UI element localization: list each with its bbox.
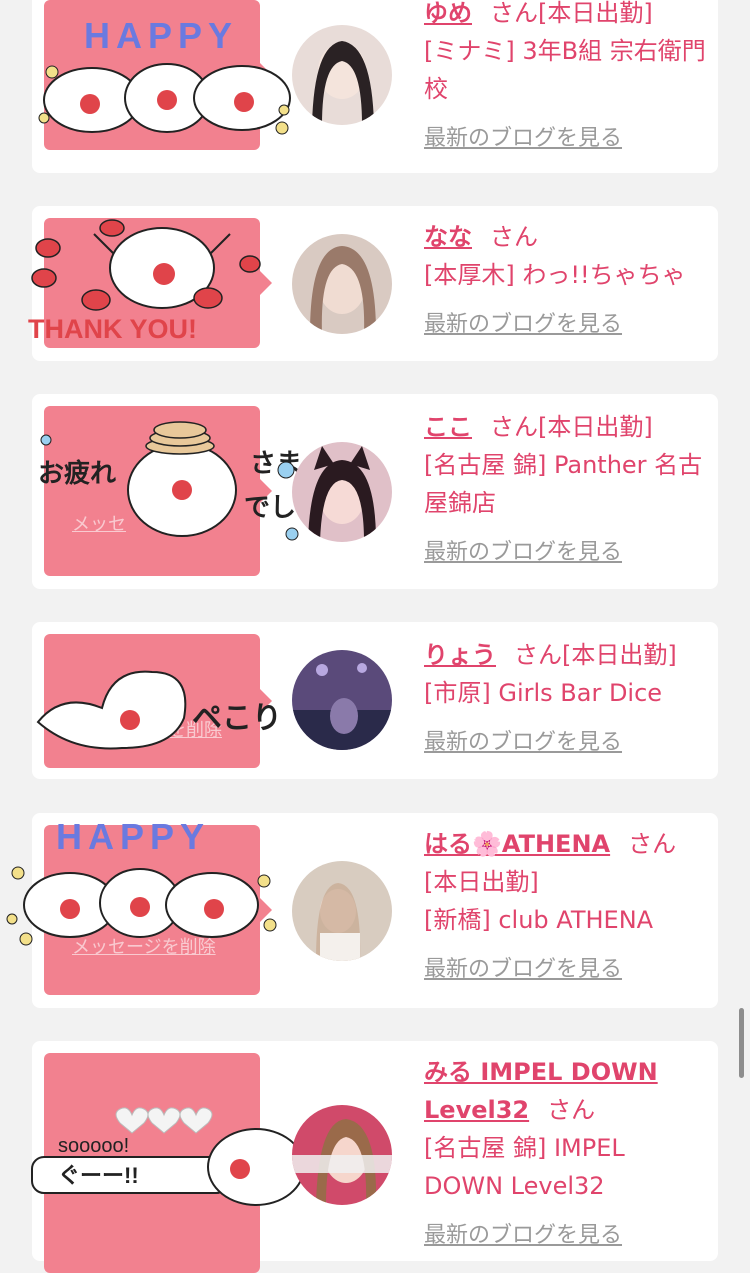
- cast-name-link[interactable]: ゆめ: [424, 0, 472, 27]
- san-label: さん: [628, 830, 677, 858]
- otsukare-cloud-sticker: お疲れ さま でした: [38, 421, 322, 541]
- message-card: sooooo! ぐーー!! みる IMPEL DOWN Level32 さん [名…: [31, 1041, 718, 1273]
- avatar[interactable]: [292, 25, 392, 125]
- cast-name-link[interactable]: なな: [424, 223, 472, 251]
- svg-text:ぐーー!!: ぐーー!!: [58, 1163, 139, 1188]
- latest-blog-link[interactable]: 最新のブログを見る: [424, 306, 709, 344]
- message-card: を削除 ペこり りょう さん[本日出勤] [市原] Girls Bar Dice …: [32, 622, 718, 779]
- latest-blog-link[interactable]: 最新のブログを見る: [424, 534, 709, 572]
- status-label: [本日出勤]: [424, 868, 539, 896]
- svg-text:sooooo!: sooooo!: [58, 1135, 129, 1157]
- cast-info: ゆめ さん[本日出勤] [ミナミ] 3年B組 宗右衛門校 最新のブログを見る: [424, 0, 709, 158]
- cast-info: はる🌸ATHENA さん [本日出勤] [新橋] club ATHENA 最新のブ…: [424, 825, 709, 989]
- san-label: さん: [490, 413, 538, 441]
- shop-label: [本厚木] わっ!!ちゃちゃ: [424, 261, 686, 289]
- status-label: [本日出勤]: [538, 0, 653, 27]
- cast-name-link[interactable]: ここ: [424, 413, 472, 441]
- message-card: THANK YOU! なな さん [本厚木] わっ!!ちゃちゃ 最新のブログを見る: [28, 206, 718, 361]
- scrollbar[interactable]: [739, 1008, 744, 1078]
- svg-text:ペこり: ペこり: [192, 702, 282, 735]
- message-card: メッセージを削除 HAPPY はる🌸ATHENA さん [本日出勤] [新橋] c…: [6, 813, 718, 1008]
- san-label: さん: [514, 641, 562, 669]
- message-card: メッセ お疲れ さま でした ここ さん[本日出勤] [名古屋 錦] Panthe…: [32, 394, 718, 589]
- avatar[interactable]: [292, 234, 392, 334]
- cast-info: ここ さん[本日出勤] [名古屋 錦] Panther 名古屋錦店 最新のブログを…: [424, 408, 709, 572]
- status-label: [本日出勤]: [562, 641, 677, 669]
- bow-cloud-sticker: ペこり: [36, 670, 282, 750]
- good-cloud-sticker: sooooo! ぐーー!!: [31, 1107, 305, 1206]
- svg-text:HAPPY: HAPPY: [84, 15, 238, 56]
- latest-blog-link[interactable]: 最新のブログを見る: [424, 120, 709, 158]
- avatar[interactable]: [292, 861, 392, 961]
- shop-label: [名古屋 錦] IMPEL DOWN Level32: [424, 1134, 625, 1200]
- happy-clouds-sticker: HAPPY: [6, 816, 277, 946]
- message-card: HAPPY ゆめ さん[本日出勤] [ミナミ] 3年B組 宗右衛門校 最新のブログ…: [32, 0, 718, 173]
- happy-clouds-sticker: HAPPY: [38, 15, 291, 135]
- cast-info: みる IMPEL DOWN Level32 さん [名古屋 錦] IMPEL DO…: [424, 1053, 709, 1255]
- avatar[interactable]: [292, 1105, 392, 1205]
- thank-you-cloud-sticker: THANK YOU!: [28, 219, 261, 344]
- cast-name-link[interactable]: みる IMPEL DOWN Level32: [424, 1058, 658, 1124]
- cast-name-link[interactable]: りょう: [424, 641, 496, 669]
- svg-text:THANK YOU!: THANK YOU!: [28, 314, 197, 344]
- cast-name-link[interactable]: はる🌸ATHENA: [424, 830, 610, 858]
- shop-label: [新橋] club ATHENA: [424, 906, 654, 934]
- cast-info: りょう さん[本日出勤] [市原] Girls Bar Dice 最新のブログを見…: [424, 636, 709, 762]
- san-label: さん: [490, 223, 538, 251]
- avatar[interactable]: [292, 650, 392, 750]
- san-label: さん: [490, 0, 538, 27]
- latest-blog-link[interactable]: 最新のブログを見る: [424, 951, 709, 989]
- latest-blog-link[interactable]: 最新のブログを見る: [424, 724, 709, 762]
- san-label: さん: [547, 1096, 596, 1124]
- shop-label: [名古屋 錦] Panther 名古屋錦店: [424, 451, 703, 517]
- latest-blog-link[interactable]: 最新のブログを見る: [424, 1217, 709, 1255]
- shop-label: [ミナミ] 3年B組 宗右衛門校: [424, 37, 706, 103]
- cast-info: なな さん [本厚木] わっ!!ちゃちゃ 最新のブログを見る: [424, 218, 709, 344]
- shop-label: [市原] Girls Bar Dice: [424, 679, 663, 707]
- status-label: [本日出勤]: [538, 413, 653, 441]
- avatar[interactable]: [292, 442, 392, 542]
- svg-text:お疲れ: お疲れ: [38, 458, 116, 488]
- svg-text:HAPPY: HAPPY: [56, 816, 210, 857]
